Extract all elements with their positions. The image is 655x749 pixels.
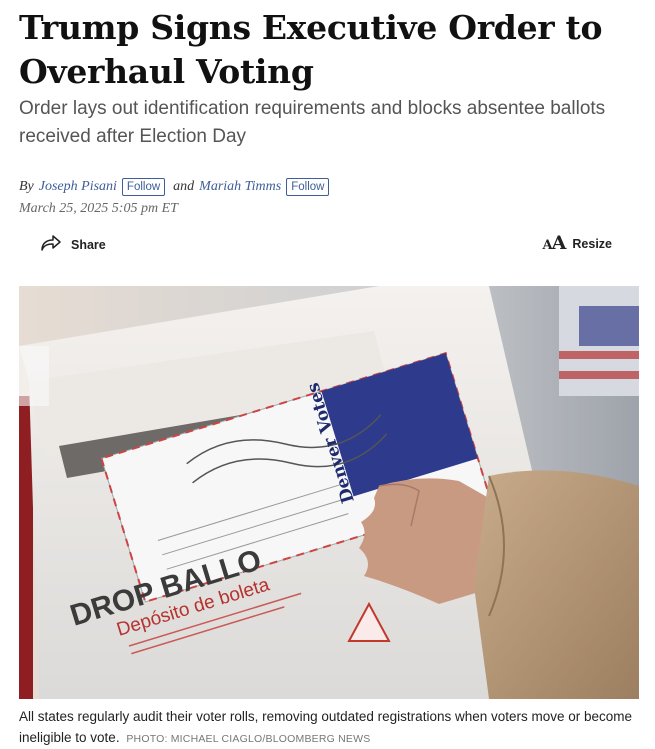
byline-and: and [173,179,195,194]
author-link-1[interactable]: Joseph Pisani [39,179,117,195]
follow-button-1[interactable]: Follow [121,178,166,196]
share-button[interactable]: Share [40,234,106,255]
follow-button-2[interactable]: Follow [286,178,330,196]
article-tools: Share AA Resize [0,232,655,258]
article-dateline: March 25, 2025 5:05 pm ET [19,201,178,216]
share-label: Share [71,237,106,252]
resize-label: Resize [572,236,612,251]
photo-caption: All states regularly audit their voter r… [19,706,639,749]
photo-credit: PHOTO: MICHAEL CIAGLO/BLOOMBERG NEWS [126,733,371,745]
text-resize-icon: AA [542,232,567,254]
resize-button[interactable]: AA Resize [543,234,612,253]
byline-by: By [19,179,34,194]
share-arrow-icon [40,234,62,255]
article-dek: Order lays out identification requiremen… [19,98,606,147]
article-photo: Denver Votes DROP BALLO Depósito de bole… [19,286,639,699]
byline: By Joseph Pisani Follow and Mariah Timms… [19,176,330,198]
author-link-2[interactable]: Mariah Timms [199,179,281,195]
article-headline: Trump Signs Executive Order to Overhaul … [19,8,603,91]
